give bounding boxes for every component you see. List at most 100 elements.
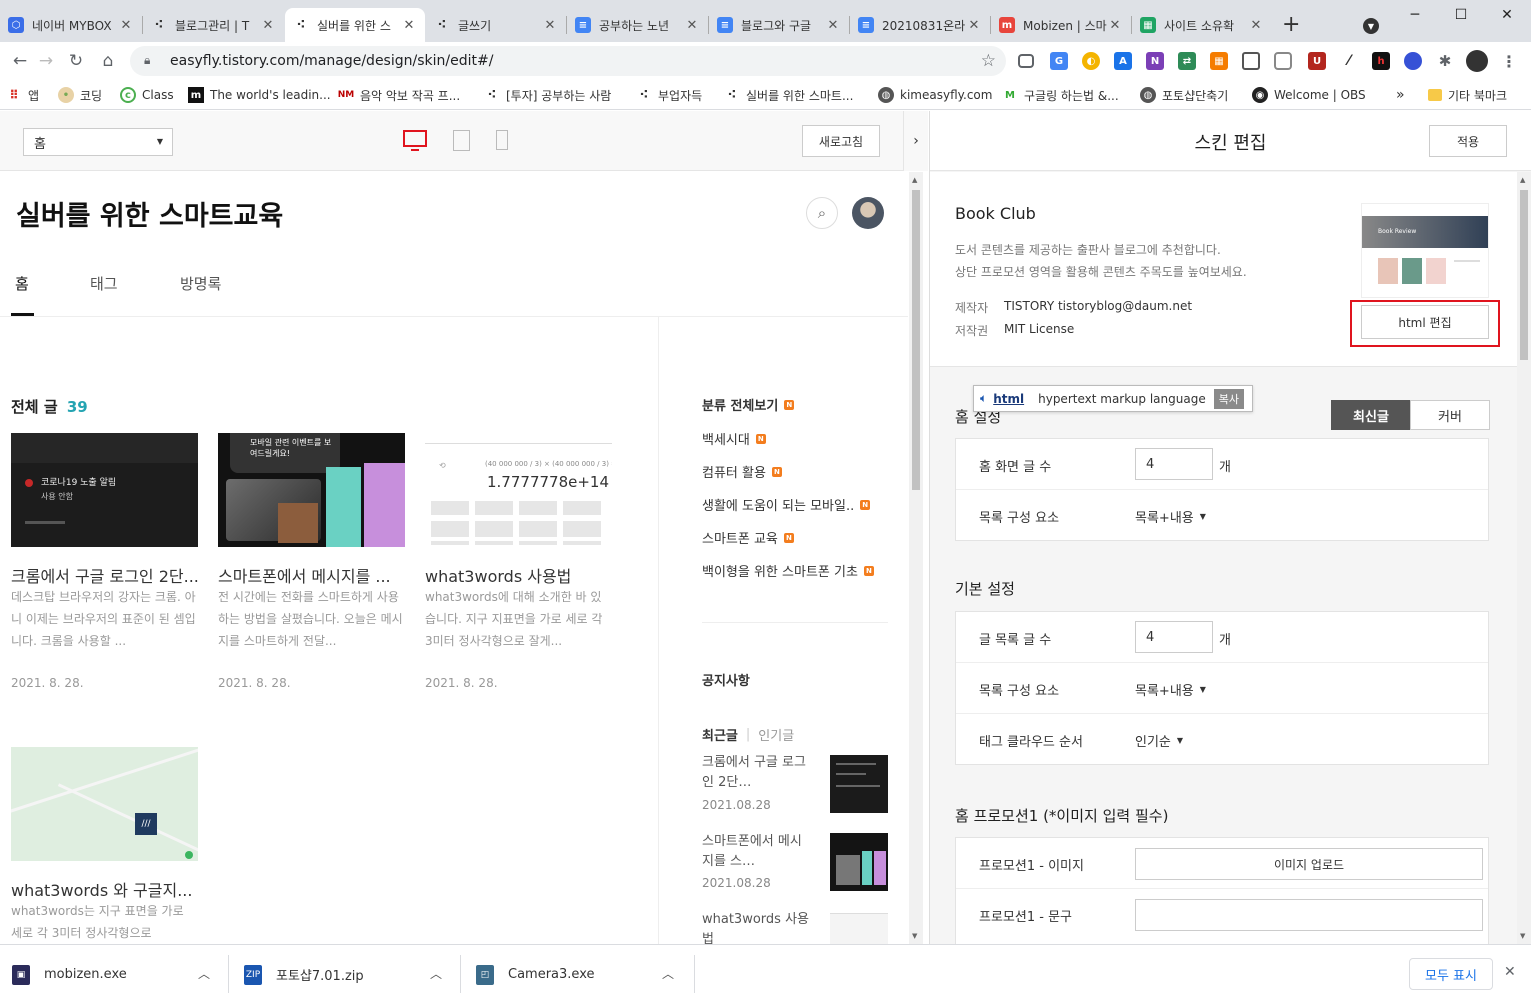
popular-tab[interactable]: 인기글 bbox=[758, 725, 794, 744]
tab-blog-manage[interactable]: ⁖ 블로그관리 | T ✕ bbox=[143, 8, 284, 42]
pocket-icon[interactable] bbox=[1018, 54, 1034, 68]
close-tab-icon[interactable]: ✕ bbox=[260, 18, 276, 33]
nav-home[interactable]: 홈 bbox=[15, 273, 29, 294]
nav-tag[interactable]: 태그 bbox=[90, 273, 118, 294]
maximize-icon[interactable]: ☐ bbox=[1438, 0, 1484, 30]
close-tab-icon[interactable]: ✕ bbox=[1248, 18, 1264, 33]
nav-guestbook[interactable]: 방명록 bbox=[180, 273, 221, 294]
close-tab-icon[interactable]: ✕ bbox=[542, 18, 558, 33]
preview-scrollbar[interactable]: ▲ ▼ bbox=[909, 172, 923, 944]
bookmark-kimeasyfly[interactable]: ◍ kimeasyfly.com bbox=[878, 85, 992, 105]
chevron-up-icon[interactable]: ︿ bbox=[430, 965, 442, 982]
extensions-puzzle-icon[interactable]: ✱ bbox=[1436, 52, 1454, 70]
preview-scrollbar-thumb[interactable] bbox=[912, 190, 920, 490]
post-thumbnail[interactable]: /// bbox=[11, 747, 198, 861]
recent-post-title[interactable]: what3words 사용법 bbox=[702, 910, 812, 944]
download-item[interactable]: ▣ mobizen.exe ︿ bbox=[12, 945, 212, 1004]
bookmarks-overflow-button[interactable]: » bbox=[1396, 85, 1405, 105]
new-tab-button[interactable]: + bbox=[1282, 12, 1300, 37]
panel-scrollbar[interactable]: ▲ ▼ bbox=[1517, 172, 1531, 944]
bookmark-photoshop-shortcuts[interactable]: ◍ 포토샵단축기 bbox=[1140, 85, 1228, 105]
extension-printer-icon[interactable] bbox=[1274, 52, 1292, 70]
home-post-count-input[interactable]: 4 bbox=[1135, 448, 1213, 480]
bookmark-music[interactable]: NM 음악 악보 작곡 프... bbox=[338, 85, 460, 105]
post-thumbnail[interactable]: 코로나19 노출 알림 사용 안함 bbox=[11, 433, 198, 547]
html-edit-button[interactable]: html 편집 bbox=[1361, 305, 1489, 339]
show-all-downloads-button[interactable]: 모두 표시 bbox=[1409, 958, 1493, 990]
extension-slash-icon[interactable]: ⁄ bbox=[1340, 52, 1358, 70]
extension-h-icon[interactable]: h bbox=[1372, 52, 1390, 70]
scroll-down-icon[interactable]: ▼ bbox=[912, 932, 917, 940]
extension-box-icon[interactable] bbox=[1242, 52, 1260, 70]
post-thumbnail[interactable]: 모바일 관련 이벤트를 보여드릴게요! bbox=[218, 433, 405, 547]
bookmark-coding[interactable]: • 코딩 bbox=[58, 85, 102, 105]
download-item[interactable]: ◰ Camera3.exe ︿ bbox=[476, 945, 676, 1004]
tab-docs-2[interactable]: ≡ 블로그와 구글 ✕ bbox=[709, 8, 849, 42]
ublock-icon[interactable]: U bbox=[1308, 52, 1326, 70]
tab-write[interactable]: ⁖ 글쓰기 ✕ bbox=[426, 8, 566, 42]
close-tab-icon[interactable]: ✕ bbox=[825, 18, 841, 33]
close-tab-icon[interactable]: ✕ bbox=[401, 18, 417, 33]
blog-avatar[interactable] bbox=[852, 197, 884, 229]
post-title[interactable]: what3words 사용법 bbox=[425, 563, 612, 587]
notice-title[interactable]: 공지사항 bbox=[702, 670, 750, 689]
post-thumbnail[interactable]: ⟲ (40 000 000 / 3) × (40 000 000 / 3) = … bbox=[425, 433, 612, 547]
bookmark-googling[interactable]: M 구글링 하는법 &... bbox=[1002, 85, 1119, 105]
profile-avatar[interactable] bbox=[1466, 50, 1488, 72]
category-link[interactable]: 스마트폰 교육 N bbox=[702, 528, 794, 547]
tooltip-word[interactable]: html bbox=[993, 392, 1024, 406]
tab-naver-mybox[interactable]: ⬡ 네이버 MYBOX ✕ bbox=[0, 8, 142, 42]
close-downloads-icon[interactable]: ✕ bbox=[1504, 964, 1516, 980]
page-select-dropdown[interactable]: 홈 ▼ bbox=[23, 128, 173, 156]
list-composition-dropdown[interactable]: 목록+내용 ▼ bbox=[1135, 507, 1206, 526]
menu-kebab-icon[interactable]: ⋮ bbox=[1500, 52, 1518, 71]
blog-title[interactable]: 실버를 위한 스마트교육 bbox=[16, 194, 283, 233]
recent-post-thumb[interactable] bbox=[830, 755, 888, 813]
tab-docs-1[interactable]: ≡ 공부하는 노년 ✕ bbox=[567, 8, 708, 42]
bookmark-silver-smart[interactable]: ⁖ 실버를 위한 스마트... bbox=[724, 85, 854, 105]
scroll-up-icon[interactable]: ▲ bbox=[1520, 176, 1525, 184]
desktop-view-icon[interactable] bbox=[403, 130, 427, 147]
collapse-panel-button[interactable]: › bbox=[903, 111, 928, 171]
translate-icon[interactable]: G bbox=[1050, 52, 1068, 70]
onenote-icon[interactable]: N bbox=[1146, 52, 1164, 70]
reload-icon[interactable]: ↻ bbox=[64, 49, 88, 73]
scroll-up-icon[interactable]: ▲ bbox=[912, 176, 917, 184]
apply-button[interactable]: 적용 bbox=[1429, 125, 1507, 157]
bookmark-obs[interactable]: ◉ Welcome | OBS bbox=[1252, 85, 1366, 105]
recent-post-thumb[interactable] bbox=[830, 913, 888, 944]
list-composition-dropdown[interactable]: 목록+내용 ▼ bbox=[1135, 680, 1206, 699]
category-link[interactable]: 백이형을 위한 스마트폰 기초 N bbox=[702, 561, 874, 580]
image-upload-button[interactable]: 이미지 업로드 bbox=[1135, 848, 1483, 880]
speaker-icon[interactable]: 🔈︎ bbox=[980, 391, 987, 406]
post-title[interactable]: 크롬에서 구글 로그인 2단... bbox=[11, 563, 198, 587]
tab-silver-smart-active[interactable]: ⁖ 실버를 위한 스 ✕ bbox=[285, 8, 425, 42]
chevron-up-icon[interactable]: ︿ bbox=[198, 965, 210, 982]
recent-post-title[interactable]: 크롬에서 구글 로그인 2단… bbox=[702, 753, 812, 793]
post-title[interactable]: what3words 와 구글지... bbox=[11, 877, 198, 901]
other-bookmarks[interactable]: 기타 북마크 bbox=[1428, 85, 1507, 105]
category-all-link[interactable]: 분류 전체보기 N bbox=[702, 395, 795, 414]
forward-arrow-icon[interactable]: → bbox=[34, 49, 58, 73]
bookmark-side-job[interactable]: ⁖ 부업자득 bbox=[636, 85, 703, 105]
tag-cloud-dropdown[interactable]: 인기순 ▼ bbox=[1135, 731, 1183, 750]
close-tab-icon[interactable]: ✕ bbox=[684, 18, 700, 33]
search-icon[interactable]: ⌕ bbox=[806, 197, 838, 229]
close-tab-icon[interactable]: ✕ bbox=[118, 18, 134, 33]
url-text[interactable]: easyfly.tistory.com/manage/design/skin/e… bbox=[170, 53, 493, 69]
tablet-view-icon[interactable] bbox=[453, 130, 470, 151]
extension-orange-icon[interactable]: ▦ bbox=[1210, 52, 1228, 70]
tab-search-icon[interactable]: ▼ bbox=[1363, 18, 1379, 34]
scroll-down-icon[interactable]: ▼ bbox=[1520, 932, 1525, 940]
home-icon[interactable]: ⌂ bbox=[96, 49, 120, 73]
category-link[interactable]: 생활에 도움이 되는 모바일.. N bbox=[702, 495, 871, 514]
category-link[interactable]: 컴퓨터 활용 N bbox=[702, 462, 782, 481]
category-link[interactable]: 백세시대 N bbox=[702, 429, 766, 448]
post-list-count-input[interactable]: 4 bbox=[1135, 621, 1213, 653]
minimize-icon[interactable]: ─ bbox=[1392, 0, 1438, 30]
latest-posts-tab[interactable]: 최신글 bbox=[1331, 400, 1411, 430]
promo-text-input[interactable] bbox=[1135, 899, 1483, 931]
bookmark-worlds-leading[interactable]: m The world's leadin... bbox=[188, 85, 331, 105]
tab-mobizen[interactable]: m Mobizen | 스마 ✕ bbox=[991, 8, 1131, 42]
refresh-button[interactable]: 새로고침 bbox=[802, 125, 880, 157]
